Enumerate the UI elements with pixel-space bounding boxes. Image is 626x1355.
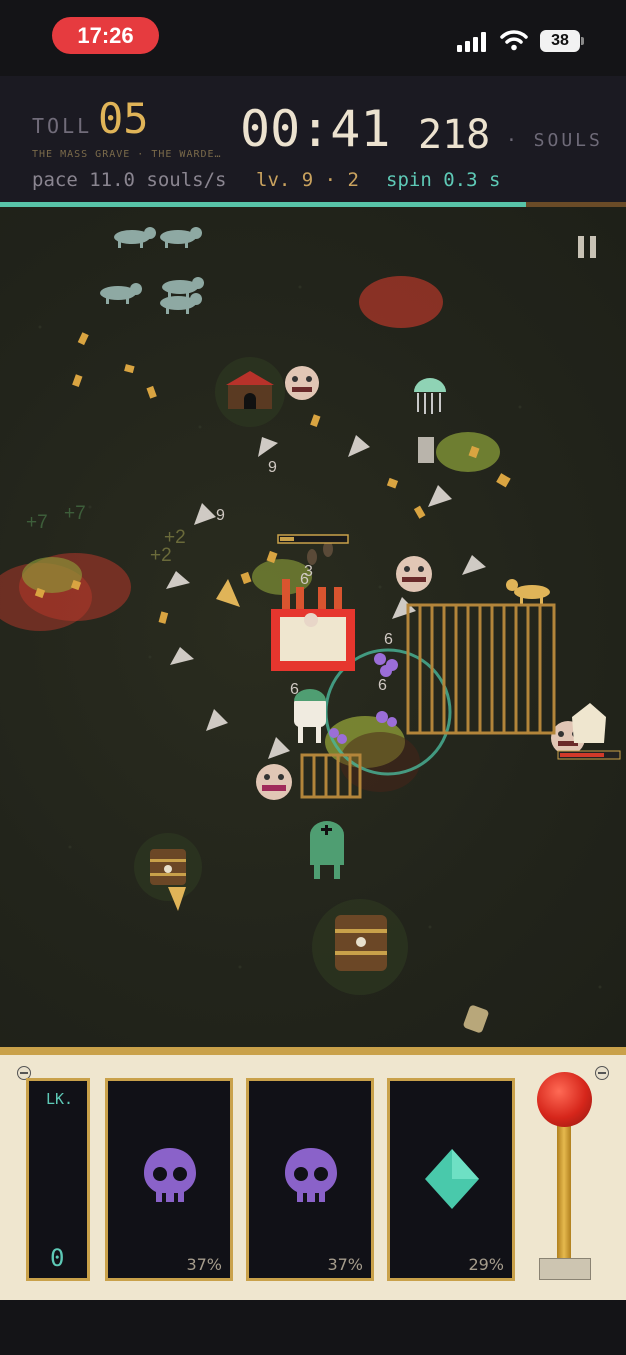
soul-gain-floater: +7 [64,503,86,524]
ghoul-enemy [396,556,432,592]
barrel [134,833,202,901]
ghoul-enemy [285,366,319,400]
jellyfish-enemy [414,378,446,414]
bishop-enemy [310,821,344,879]
damage-number: 6 [384,631,393,648]
field-scene [0,227,621,1033]
wanderer-enemy [463,1005,489,1033]
toll-label: TOLL [32,114,93,138]
reel-3-percent: 29% [468,1255,504,1274]
damage-number: 6 [290,681,299,698]
battery-tip [581,37,584,45]
cellular-signal-icon [457,32,486,52]
spin-readout: spin 0.3 s [386,169,501,191]
enemy-health-fill [560,753,604,757]
golden-dart [216,579,240,607]
skull-icon [285,1148,337,1202]
reel-3[interactable]: 29% [387,1078,515,1281]
spin-lever[interactable] [537,1072,592,1127]
run-timer: 00:41 [240,100,391,158]
level-subtitle: THE MASS GRAVE · THE WARDE… [32,149,222,160]
red-hazard-zone [359,276,443,328]
game-field[interactable]: +7 +7 +2 +2 9 9 6 6 6 6 3 [0,207,626,1047]
damage-number: 9 [216,507,225,524]
lock-count: 0 [50,1244,65,1272]
small-cage [300,753,362,799]
reel-2-percent: 37% [327,1255,363,1274]
soul-gain-floater: +7 [26,512,48,533]
reel-1[interactable]: 37% [105,1078,233,1281]
lever-rail [557,1118,571,1264]
pause-button[interactable] [576,236,598,258]
damage-number: 3 [304,563,313,580]
seed-pods [307,541,333,565]
skull-icon [144,1148,196,1202]
lock-label: LK. [46,1090,74,1108]
reel-2[interactable]: 37% [246,1078,374,1281]
panel-trim [0,1047,626,1055]
pause-icon [578,236,584,258]
pace-readout: pace 11.0 souls/s [32,169,227,191]
level-readout: lv. 9 · 2 [256,169,359,191]
reel-1-percent: 37% [186,1255,222,1274]
hooded-ghost [572,703,606,743]
toll-value: 05 [98,94,149,143]
wifi-icon [500,30,528,51]
soul-gain-floater: +2 [150,545,172,566]
bone-cage [406,603,556,735]
diamond-icon [425,1149,479,1209]
souls-label: · SOULS [506,130,603,151]
cat-pack [100,227,204,314]
barrel [312,899,408,995]
screw-icon [595,1066,609,1080]
tombstone-enemy [418,437,434,463]
damage-number: 9 [268,459,277,476]
lever-base [539,1258,591,1280]
ghoul-enemy [256,764,292,800]
souls-count: 218 [418,112,491,158]
acid-pool [436,432,500,472]
battery-icon: 38 [540,30,580,52]
kennel-structure [215,357,285,427]
fox-enemy [506,579,550,606]
damage-number: 6 [378,677,387,694]
status-clock: 17:26 [52,17,159,54]
home-indicator-area [0,1300,626,1355]
